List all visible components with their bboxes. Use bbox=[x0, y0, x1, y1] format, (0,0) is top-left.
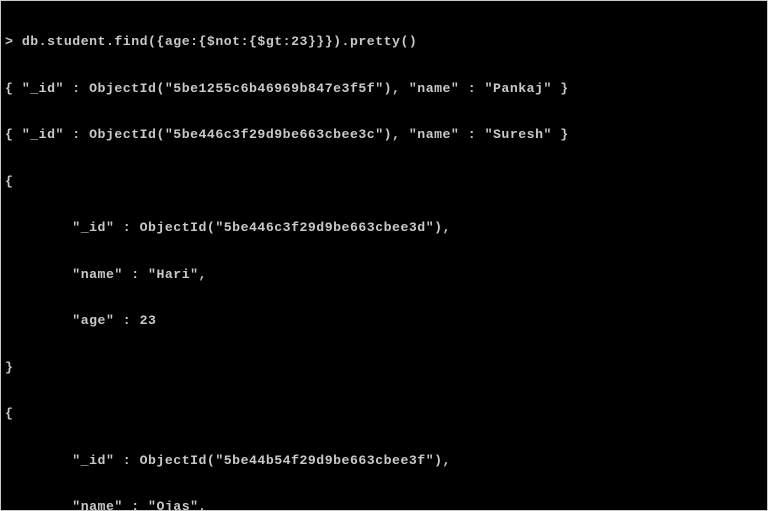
terminal-line: } bbox=[5, 360, 763, 376]
terminal-line: "_id" : ObjectId("5be446c3f29d9be663cbee… bbox=[5, 220, 763, 236]
terminal-line: "_id" : ObjectId("5be44b54f29d9be663cbee… bbox=[5, 453, 763, 469]
terminal-line: > db.student.find({age:{$not:{$gt:23}}})… bbox=[5, 34, 763, 50]
terminal-line: { bbox=[5, 174, 763, 190]
terminal-line: { bbox=[5, 406, 763, 422]
terminal-line: "name" : "Ojas", bbox=[5, 499, 763, 511]
terminal-line: { "_id" : ObjectId("5be446c3f29d9be663cb… bbox=[5, 127, 763, 143]
terminal-line: "name" : "Hari", bbox=[5, 267, 763, 283]
terminal-window[interactable]: > db.student.find({age:{$not:{$gt:23}}})… bbox=[0, 0, 768, 511]
terminal-line: "age" : 23 bbox=[5, 313, 763, 329]
terminal-line: { "_id" : ObjectId("5be1255c6b46969b847e… bbox=[5, 81, 763, 97]
